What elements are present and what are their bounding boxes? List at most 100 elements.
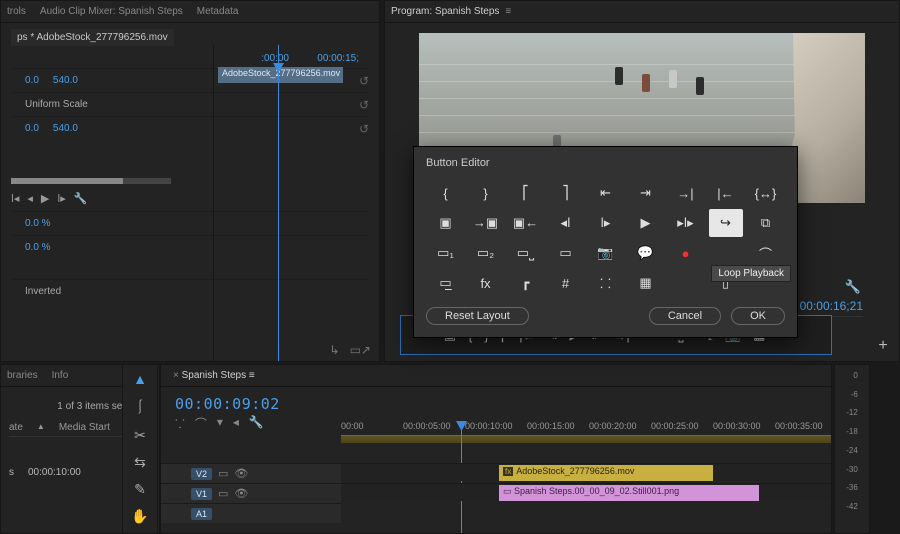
editor-button-icon[interactable]: ▭⎵	[509, 239, 543, 267]
fx-keyframe-area[interactable]: AdobeStock_277796256.mov	[213, 45, 379, 361]
ripple-tool-icon[interactable]: ⎰	[133, 397, 147, 417]
editor-button-icon[interactable]: 💬	[629, 239, 663, 267]
link-icon[interactable]: ⌒	[195, 415, 207, 432]
settings-icon[interactable]: 🔧	[845, 279, 861, 295]
hand-tool-icon[interactable]: ✋	[131, 508, 148, 525]
fx-value[interactable]: 0.0	[25, 75, 39, 86]
editor-button-icon[interactable]	[669, 269, 703, 297]
fx-playhead[interactable]	[278, 45, 279, 361]
play-icon[interactable]: ▶	[41, 192, 49, 205]
editor-button-icon[interactable]: ▭₁	[429, 239, 463, 267]
editor-button-icon[interactable]: |←	[709, 179, 743, 207]
step-back-icon[interactable]: ◂	[27, 192, 33, 205]
fx-mini-clip[interactable]: AdobeStock_277796256.mov	[218, 67, 343, 83]
track-target-button[interactable]: A1	[191, 508, 212, 520]
tab-metadata[interactable]: Metadata	[197, 6, 239, 17]
editor-button-icon[interactable]: ǀ▸	[589, 209, 623, 237]
track-header[interactable]: V2 ▭ 👁	[161, 463, 341, 483]
editor-button-icon[interactable]: ▭	[549, 239, 583, 267]
toggle-output-icon[interactable]: ▭	[218, 487, 228, 500]
timeline-timecode[interactable]: 00:00:09:02	[161, 387, 831, 415]
razor-tool-icon[interactable]: ✂	[134, 427, 146, 444]
editor-button-icon[interactable]: }	[469, 179, 503, 207]
timeline-toolbar: ▲ ⎰ ✂ ⇆ ✎ ✋	[122, 364, 158, 534]
wrench-icon[interactable]: 🔧	[249, 415, 264, 432]
editor-button-icon[interactable]: ⧉	[749, 209, 783, 237]
cancel-button[interactable]: Cancel	[649, 307, 721, 325]
track-header[interactable]: V1 ▭ 👁	[161, 483, 341, 503]
editor-button-icon[interactable]: ▭₂	[469, 239, 503, 267]
reset-layout-button[interactable]: Reset Layout	[426, 307, 529, 325]
dialog-title: Button Editor	[426, 157, 785, 169]
editor-button-icon[interactable]: ⇤	[589, 179, 623, 207]
fx-value[interactable]: 540.0	[53, 123, 78, 134]
tab-effect-controls[interactable]: trols	[7, 6, 26, 17]
export-icon[interactable]: ▭↗	[350, 343, 371, 357]
editor-button-icon[interactable]: ▶	[629, 209, 663, 237]
editor-button-icon[interactable]: ◂ǀ	[549, 209, 583, 237]
editor-button-icon[interactable]: ▣	[429, 209, 463, 237]
editor-button-icon[interactable]: ⎤	[549, 179, 583, 207]
fx-value[interactable]: 0.0	[25, 123, 39, 134]
editor-button-icon[interactable]: {↔}	[749, 179, 783, 207]
track-target-button[interactable]: V1	[191, 488, 212, 500]
marker-icon[interactable]: ▾	[217, 415, 223, 432]
selection-tool-icon[interactable]: ▲	[133, 371, 147, 387]
sort-caret-icon[interactable]: ▲	[37, 422, 45, 433]
add-button[interactable]: +	[873, 337, 893, 357]
toggle-output-icon[interactable]: ▭	[218, 467, 228, 480]
toggle-visibility-icon[interactable]: 👁	[234, 467, 248, 480]
insert-icon[interactable]: ◂	[233, 415, 239, 432]
toggle-visibility-icon[interactable]: 👁	[234, 487, 248, 500]
slip-tool-icon[interactable]: ⇆	[134, 454, 146, 471]
editor-button-icon[interactable]: 📷	[589, 239, 623, 267]
timeline-ruler[interactable]: 00:0000:00:05:0000:00:10:0000:00:15:0000…	[341, 421, 831, 443]
col-media-start[interactable]: Media Start	[59, 422, 110, 433]
editor-button-icon[interactable]: ▣←	[509, 209, 543, 237]
track-lane[interactable]: ▭ Spanish Steps.00_00_09_02.Still001.png	[341, 483, 831, 501]
tab-audio-clip-mixer[interactable]: Audio Clip Mixer: Spanish Steps	[40, 6, 183, 17]
tab-info[interactable]: Info	[52, 370, 69, 381]
timeline-clip[interactable]: ▭ Spanish Steps.00_00_09_02.Still001.png	[499, 485, 759, 501]
editor-button-icon[interactable]: ┏	[509, 269, 543, 297]
editor-button-icon[interactable]: ▸ǀ▸	[669, 209, 703, 237]
menu-icon[interactable]: ≡	[249, 370, 255, 381]
fx-value[interactable]: 0.0 %	[25, 242, 51, 253]
editor-button-icon[interactable]: ▭̲	[429, 269, 463, 297]
menu-icon[interactable]: ≡	[505, 6, 511, 17]
editor-button-icon[interactable]: #	[549, 269, 583, 297]
tab-libraries[interactable]: braries	[7, 370, 38, 381]
editor-button-icon[interactable]: ●	[669, 239, 703, 267]
step-fwd-icon[interactable]: ǀ▸	[57, 192, 65, 205]
fx-value[interactable]: 540.0	[53, 75, 78, 86]
editor-button-icon[interactable]: ↪	[709, 209, 743, 237]
go-first-icon[interactable]: ǀ◂	[11, 192, 19, 205]
close-icon[interactable]: ×	[173, 370, 179, 381]
wrench-icon[interactable]: 🔧	[74, 192, 88, 205]
editor-button-icon[interactable]: →|	[669, 179, 703, 207]
fx-value[interactable]: 0.0 %	[25, 218, 51, 229]
track-lane[interactable]: fxAdobeStock_277796256.mov	[341, 463, 831, 481]
track-target-button[interactable]: V2	[191, 468, 212, 480]
editor-button-icon[interactable]: ▦	[629, 269, 663, 297]
track-header[interactable]: A1	[161, 503, 341, 523]
snap-icon[interactable]: ⸪	[175, 415, 185, 432]
pen-tool-icon[interactable]: ✎	[134, 481, 146, 498]
editor-button-icon[interactable]: ⌒	[749, 239, 783, 267]
share-icon[interactable]: ↳	[330, 343, 340, 357]
ruler-mark: 00:00:10:00	[465, 421, 513, 431]
editor-button-icon[interactable]: {	[429, 179, 463, 207]
col-rate[interactable]: ate	[9, 422, 23, 433]
editor-button-icon[interactable]: ⸬	[589, 269, 623, 297]
editor-button-icon[interactable]: ⇥	[629, 179, 663, 207]
tab-sequence[interactable]: × Spanish Steps ≡	[167, 370, 255, 381]
editor-button-icon[interactable]: fx	[469, 269, 503, 297]
meter-tick: -36	[846, 483, 858, 492]
editor-button-icon[interactable]	[709, 239, 743, 267]
timeline-clip[interactable]: fxAdobeStock_277796256.mov	[499, 465, 713, 481]
tab-program[interactable]: Program: Spanish Steps≡	[391, 6, 511, 17]
editor-button-icon[interactable]: →▣	[469, 209, 503, 237]
editor-button-icon[interactable]: ⎡	[509, 179, 543, 207]
ok-button[interactable]: OK	[731, 307, 785, 325]
work-area-bar[interactable]	[341, 435, 831, 443]
